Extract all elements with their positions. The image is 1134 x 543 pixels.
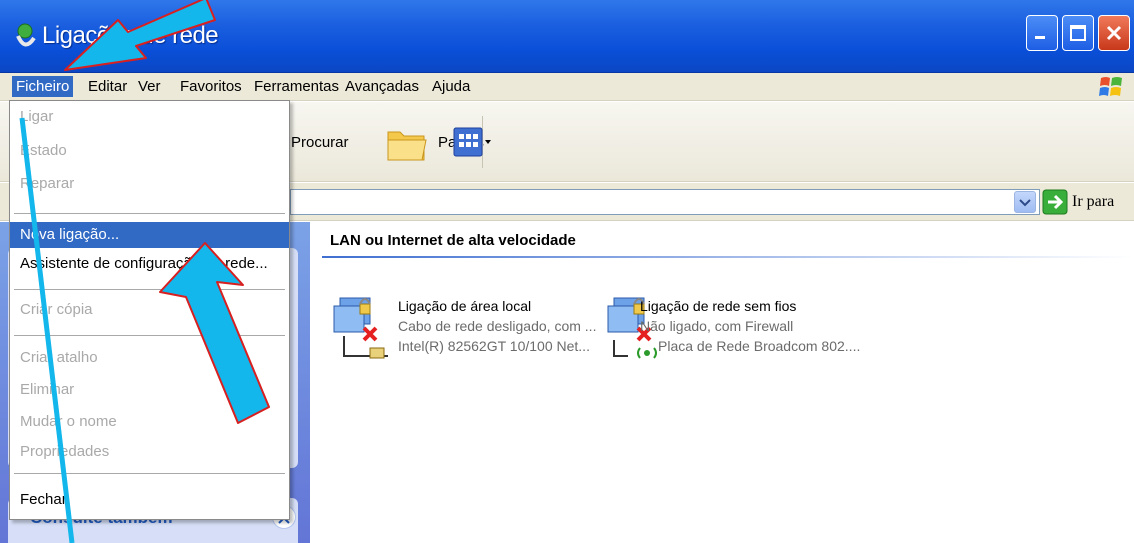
menu-file[interactable]: Ficheiro [12,76,74,97]
menu-view[interactable]: Ver [134,76,165,97]
address-dropdown-button[interactable] [1014,191,1036,213]
go-arrow-icon[interactable] [1042,189,1068,215]
menu-separator [14,473,285,474]
lan-connection-icon[interactable] [330,290,390,370]
windows-logo-icon [1099,77,1122,96]
menu-item-close[interactable]: Fechar [10,487,289,513]
minimize-button[interactable] [1026,15,1058,51]
maximize-icon [1070,25,1086,41]
menu-separator [14,289,285,290]
folder-icon [387,131,427,161]
menu-edit[interactable]: Editar [84,76,131,97]
menu-advanced[interactable]: Avançadas [341,76,423,97]
views-icon[interactable] [452,126,494,160]
menu-item-delete[interactable]: Eliminar [10,377,289,403]
menu-item-network-setup-wizard[interactable]: Assistente de configuração de rede... [10,251,289,277]
menu-favorites[interactable]: Favoritos [176,76,246,97]
close-icon [1106,25,1122,41]
connection-item[interactable]: Ligação de área local Cabo de rede desli… [398,296,596,356]
close-button[interactable] [1098,15,1130,51]
menu-separator [14,213,285,214]
menu-item-status[interactable]: Estado [10,138,289,164]
connection-device: Intel(R) 82562GT 10/100 Net... [398,338,590,354]
connection-name: Ligação de área local [398,298,532,314]
network-connections-icon [16,23,36,47]
menu-item-new-connection[interactable]: Nova ligação... [10,222,289,248]
chevron-down-icon [1019,199,1031,207]
menu-item-repair[interactable]: Reparar [10,171,289,197]
menu-item-rename[interactable]: Mudar o nome [10,409,289,435]
address-input[interactable] [290,189,1040,215]
connection-status: Cabo de rede desligado, com ... [398,318,597,334]
group-header: LAN ou Internet de alta velocidade [330,232,576,249]
window-title: Ligações de rede [42,22,219,49]
menu-item-create-shortcut[interactable]: Criar atalho [10,345,289,371]
menu-item-connect[interactable]: Ligar [10,104,289,130]
menu-tools[interactable]: Ferramentas [250,76,343,97]
menu-bar: Ficheiro Editar Ver Favoritos Ferramenta… [0,73,1134,101]
connection-item[interactable]: Ligação de rede sem fios Não ligado, com… [640,296,860,356]
go-button[interactable]: Ir para [1072,193,1114,211]
menu-separator [14,335,285,336]
menu-help[interactable]: Ajuda [428,76,474,97]
title-bar: Ligações de rede [0,0,1134,73]
content-area [310,222,1134,543]
file-menu-dropdown: Ligar Estado Reparar Nova ligação... Ass… [9,100,290,520]
connection-device: Placa de Rede Broadcom 802.... [658,338,861,354]
menu-item-properties[interactable]: Propriedades [10,439,289,465]
connection-name: Ligação de rede sem fios [640,298,797,314]
group-divider [322,256,1134,258]
maximize-button[interactable] [1062,15,1094,51]
menu-item-create-copy[interactable]: Criar cópia [10,297,289,323]
minimize-icon [1035,36,1045,39]
search-button[interactable]: Procurar [291,134,349,151]
connection-status: Não ligado, com Firewall [640,318,794,334]
